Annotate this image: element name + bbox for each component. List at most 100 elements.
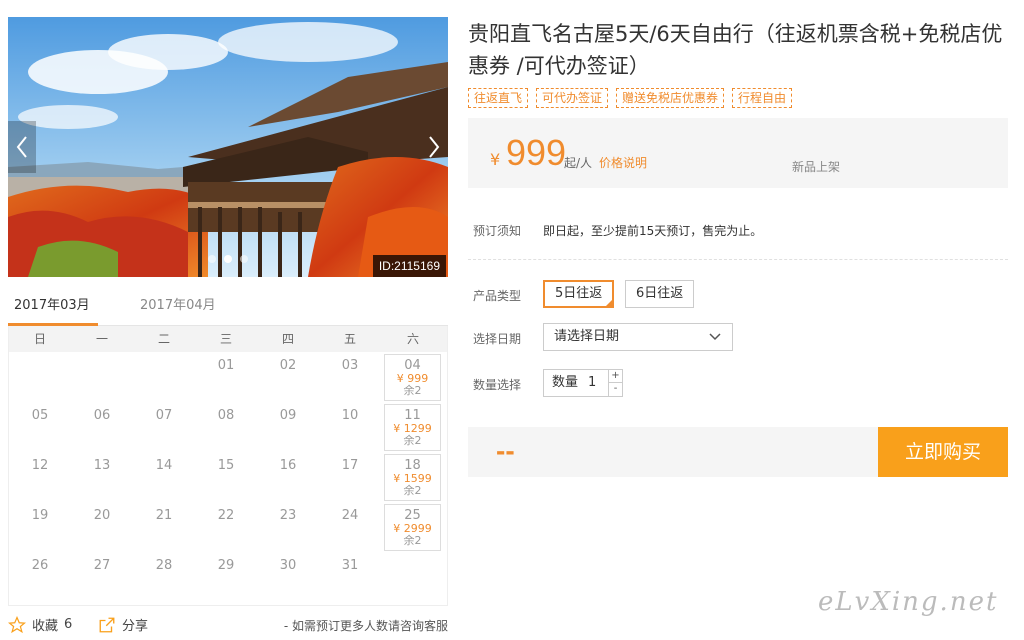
qty-row-label: 数量选择 xyxy=(473,378,522,392)
calendar-day-available[interactable]: 04 ¥ 999 余2 xyxy=(384,354,441,401)
calendar-day: 15 xyxy=(195,452,257,502)
calendar-day: 10 xyxy=(319,402,381,452)
weekday-label: 日 xyxy=(33,332,46,346)
day-number: 16 xyxy=(279,458,297,473)
calendar-day xyxy=(71,352,133,402)
day-number: 14 xyxy=(155,458,173,473)
tab-month-april[interactable]: 2017年04月 xyxy=(140,292,216,326)
product-tag: 行程自由 xyxy=(732,88,793,108)
quantity-label: 数量 xyxy=(552,375,579,390)
type-option-6day[interactable]: 6日往返 xyxy=(625,280,695,308)
calendar-day: 30 xyxy=(257,552,319,602)
calendar-day xyxy=(9,352,71,402)
calendar-day: 12 xyxy=(9,452,71,502)
product-tags: 往返直飞 可代办签证 赠送免税店优惠券 行程自由 xyxy=(468,88,793,108)
product-title: 贵阳直飞名古屋5天/6天自由行（往返机票含税+免税店优惠券 /可代办签证） xyxy=(468,22,1003,78)
calendar-day: 16 xyxy=(257,452,319,502)
calendar-day-available[interactable]: 11 ¥ 1299 余2 xyxy=(384,404,441,451)
day-number: 26 xyxy=(31,558,49,573)
calendar-week-row: 12 13 14 15 16 17 18 ¥ 1599 余2 xyxy=(9,452,447,502)
day-stock: 余2 xyxy=(403,384,422,397)
day-number: 10 xyxy=(341,408,359,423)
gallery-next-button[interactable] xyxy=(420,121,448,173)
type-label: 产品类型 xyxy=(473,289,522,303)
weekday-label: 四 xyxy=(281,332,294,346)
price-value: 999 xyxy=(506,132,567,173)
weekday-label: 六 xyxy=(406,332,419,346)
day-number: 30 xyxy=(279,558,297,573)
notice-label: 预订须知 xyxy=(473,224,522,238)
calendar-week-row: 01 02 03 04 ¥ 999 余2 xyxy=(9,352,447,402)
gallery-prev-button[interactable] xyxy=(8,121,36,173)
divider xyxy=(468,259,1008,260)
calendar-day-available[interactable]: 18 ¥ 1599 余2 xyxy=(384,454,441,501)
date-select[interactable]: 请选择日期 xyxy=(543,323,733,351)
favorite-button[interactable]: 收藏 6 xyxy=(8,615,72,634)
price-calendar: 日 一 二 三 四 五 六 01 02 03 04 ¥ 999 余2 05 06 07 08 09 1… xyxy=(8,326,448,606)
total-price: -- xyxy=(496,435,515,466)
day-number: 31 xyxy=(341,558,359,573)
calendar-day: 14 xyxy=(133,452,195,502)
calendar-day: 08 xyxy=(195,402,257,452)
day-number: 24 xyxy=(341,508,359,523)
day-number: 11 xyxy=(404,408,421,423)
day-number: 21 xyxy=(155,508,173,523)
date-select-value: 请选择日期 xyxy=(554,329,620,344)
calendar-day: 05 xyxy=(9,402,71,452)
calendar-day: 26 xyxy=(9,552,71,602)
weekday-label: 二 xyxy=(157,332,170,346)
day-number: 03 xyxy=(341,358,359,373)
product-image-gallery[interactable]: ID:2115169 xyxy=(8,17,448,277)
calendar-week-row: 19 20 21 22 23 24 25 ¥ 2999 余2 xyxy=(9,502,447,552)
calendar-day: 24 xyxy=(319,502,381,552)
favorite-label: 收藏 xyxy=(32,619,59,634)
day-number: 19 xyxy=(31,508,49,523)
share-icon xyxy=(99,617,115,632)
gallery-dot[interactable] xyxy=(240,255,248,263)
calendar-day: 17 xyxy=(319,452,381,502)
calendar-day: 31 xyxy=(319,552,381,602)
type-option-5day[interactable]: 5日往返 xyxy=(543,280,615,308)
calendar-day: 19 xyxy=(9,502,71,552)
tab-month-march[interactable]: 2017年03月 xyxy=(8,292,98,326)
notice-text: 即日起，至少提前15天预订，售完为止。 xyxy=(543,224,763,238)
calendar-day-available[interactable]: 25 ¥ 2999 余2 xyxy=(384,504,441,551)
day-number: 09 xyxy=(279,408,297,423)
calendar-week-row: 05 06 07 08 09 10 11 ¥ 1299 余2 xyxy=(9,402,447,452)
new-product-label: 新品上架 xyxy=(792,160,841,174)
purchase-bar: -- 立即购买 xyxy=(468,427,1008,477)
day-number: 04 xyxy=(404,358,421,373)
calendar-day xyxy=(381,552,445,602)
favorite-count: 6 xyxy=(64,617,73,632)
quantity-field[interactable]: 数量 1 xyxy=(543,369,609,397)
day-number: 07 xyxy=(155,408,173,423)
calendar-day: 23 xyxy=(257,502,319,552)
calendar-day: 07 xyxy=(133,402,195,452)
day-stock: 余2 xyxy=(403,534,422,547)
calendar-day: 28 xyxy=(133,552,195,602)
gallery-dot-active[interactable] xyxy=(224,255,232,263)
price-note-link[interactable]: 价格说明 xyxy=(599,154,647,171)
buy-now-button[interactable]: 立即购买 xyxy=(878,427,1008,477)
quantity-decrement-button[interactable]: - xyxy=(609,383,622,396)
price-unit: 起/人 xyxy=(564,156,593,170)
day-number: 29 xyxy=(217,558,235,573)
day-number: 05 xyxy=(31,408,49,423)
currency-symbol: ¥ xyxy=(490,150,501,169)
share-button[interactable]: 分享 xyxy=(98,615,148,634)
price-panel: ¥ 999 起/人 价格说明 新品上架 xyxy=(468,118,1008,188)
day-number: 13 xyxy=(93,458,111,473)
quantity-increment-button[interactable]: + xyxy=(609,370,622,383)
weekday-label: 五 xyxy=(343,332,356,346)
weekday-label: 一 xyxy=(95,332,108,346)
calendar-day: 13 xyxy=(71,452,133,502)
image-id-badge: ID:2115169 xyxy=(372,255,446,277)
calendar-day: 20 xyxy=(71,502,133,552)
day-number: 06 xyxy=(93,408,111,423)
calendar-day: 29 xyxy=(195,552,257,602)
day-number: 08 xyxy=(217,408,235,423)
day-number: 23 xyxy=(279,508,297,523)
day-stock: 余2 xyxy=(403,484,422,497)
gallery-dot[interactable] xyxy=(208,255,216,263)
action-bar: 收藏 6 分享 - 如需预订更多人数请咨询客服 xyxy=(8,613,448,637)
